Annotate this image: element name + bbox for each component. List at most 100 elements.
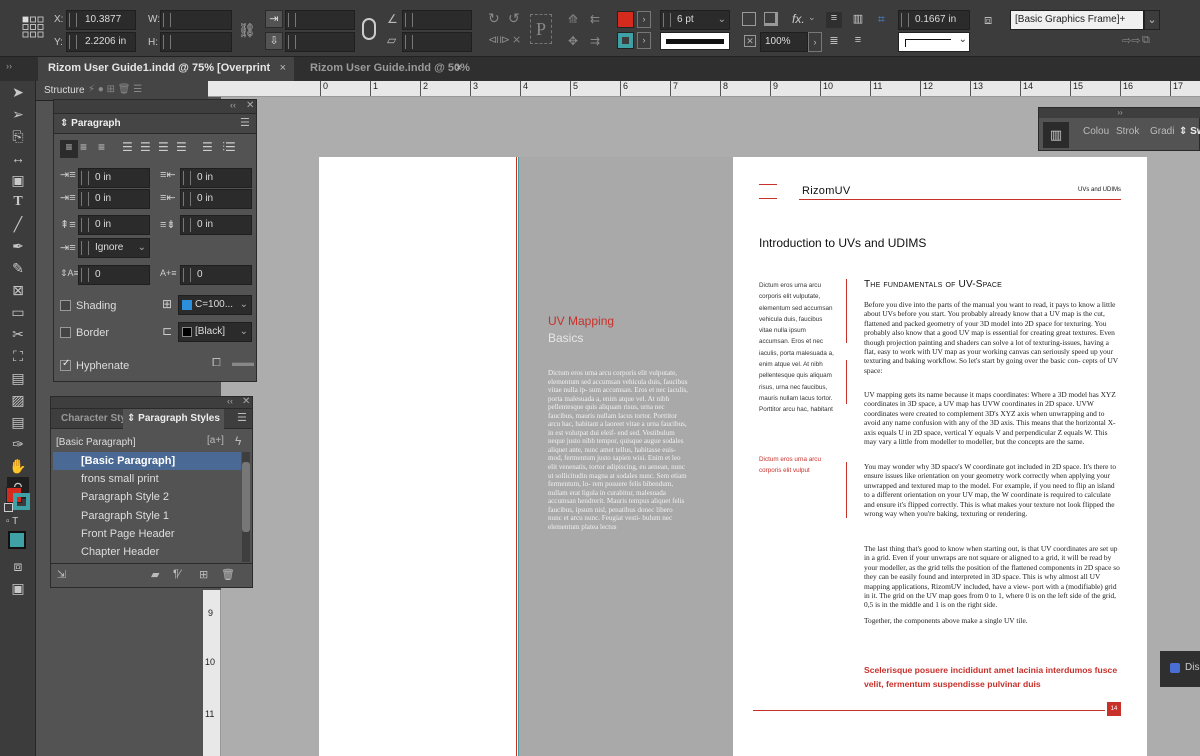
shear-icon[interactable]: ▱	[387, 33, 396, 47]
gradient-feather-tool-icon[interactable]: ▨	[7, 389, 29, 411]
library-icon[interactable]: ▥	[1043, 122, 1069, 148]
right-indent-field[interactable]: 0 in	[180, 168, 252, 188]
gap-tool-icon[interactable]: ⌗	[878, 12, 885, 27]
flip-vertical-icon[interactable]: ⨯	[512, 33, 521, 46]
tab-swatches[interactable]: ⇕ Sw	[1179, 126, 1200, 137]
default-colors-icon[interactable]	[4, 503, 13, 512]
close-tab-icon[interactable]: ×	[456, 57, 462, 79]
structure-tools-icon[interactable]: ⚡ ● ⊞ 🗑 ☰	[88, 84, 142, 95]
space-after-field[interactable]: 0 in	[180, 215, 252, 235]
right-page[interactable]: RizomUV UVs and UDIMs Introduction to UV…	[733, 157, 1147, 756]
object-style-dropdown-icon[interactable]: ⌄	[1144, 10, 1160, 30]
stroke-type-selector[interactable]	[660, 32, 730, 50]
new-group-icon[interactable]: ▰	[151, 568, 159, 581]
fill-menu-arrow-icon[interactable]: ›	[637, 11, 651, 28]
vertical-ruler[interactable]: 9 10 11	[203, 590, 221, 756]
reference-point-icon[interactable]	[22, 16, 44, 38]
side-dock-badge[interactable]: Dis	[1160, 651, 1200, 687]
stroke-menu-arrow-icon[interactable]: ›	[637, 32, 651, 49]
select-next-icon[interactable]: ⇉	[590, 34, 600, 48]
last-line-indent-field[interactable]: 0 in	[180, 189, 252, 209]
fx-button[interactable]: fx.	[792, 12, 805, 26]
pencil-tool-icon[interactable]: ✎	[7, 257, 29, 279]
left-indent-field[interactable]: 0 in	[78, 168, 150, 188]
shading-settings-icon[interactable]: ⊞	[162, 297, 172, 311]
direct-selection-tool-icon[interactable]: ➢	[7, 103, 29, 125]
flip-horizontal-icon[interactable]: ⧏⧐	[488, 33, 510, 46]
styles-scrollbar[interactable]	[242, 452, 250, 562]
align-away-spine-icon[interactable]: ⫶☰	[222, 140, 236, 155]
horizontal-ruler[interactable]: 0 1 2 3 4 5 6 7 8 9 10 11 12 13 14 15 16…	[300, 81, 1200, 97]
screen-mode-icon[interactable]: ⧈	[7, 555, 29, 577]
scissors-tool-icon[interactable]: ✂	[7, 323, 29, 345]
tab-color[interactable]: Colou	[1083, 126, 1109, 137]
rotate-icon[interactable]: ∠	[387, 12, 398, 26]
note-tool-icon[interactable]: ▤	[7, 411, 29, 433]
w-field[interactable]	[160, 10, 232, 30]
pen-tool-icon[interactable]: ✒	[7, 235, 29, 257]
select-previous-icon[interactable]: ⇇	[590, 12, 600, 26]
close-panel-icon[interactable]: ✕	[242, 396, 250, 407]
style-item-front-page-header[interactable]: Front Page Header	[53, 525, 241, 543]
clear-overrides-icon[interactable]: ¶⁄	[173, 568, 181, 580]
import-style-icon[interactable]: ⇲	[57, 568, 66, 581]
frame-fitting-icon[interactable]	[742, 12, 756, 26]
border-color-select[interactable]: [Black] ⌄	[178, 322, 252, 342]
rotate-field[interactable]	[402, 10, 472, 30]
rotate-90-cw-icon[interactable]: ↻	[488, 10, 500, 27]
border-settings-icon[interactable]: ⊏	[162, 324, 172, 338]
object-style-field[interactable]: [Basic Graphics Frame]+	[1010, 10, 1144, 30]
panel-collapse-icon[interactable]: ››	[6, 61, 12, 71]
collapse-panel-icon[interactable]: ‹‹	[227, 396, 233, 406]
justify-center-icon[interactable]: ☰	[140, 140, 151, 154]
justify-all-icon[interactable]: ☰	[176, 140, 187, 154]
align-towards-spine-icon[interactable]: ☰	[202, 140, 213, 154]
scale-x-icon[interactable]: ⇥	[265, 10, 283, 28]
quick-apply-icon[interactable]: ϟ	[235, 434, 241, 448]
style-item-basic-paragraph[interactable]: [Basic Paragraph]	[53, 452, 241, 470]
constrain-proportions-icon[interactable]: ⛓	[238, 22, 256, 39]
tab-paragraph[interactable]: ⇕ Paragraph	[60, 118, 121, 129]
style-item-paragraph-style-1[interactable]: Paragraph Style 1	[53, 507, 241, 525]
border-checkbox[interactable]	[60, 327, 71, 338]
hyphenate-checkbox[interactable]: ✓	[60, 358, 71, 371]
hand-tool-icon[interactable]: ✋	[7, 455, 29, 477]
tab-gradient[interactable]: Gradi	[1150, 126, 1174, 137]
corner-shape-selector[interactable]: ⌄	[898, 32, 970, 52]
justify-right-icon[interactable]: ☰	[158, 140, 169, 154]
split-columns-icon[interactable]: ▬▬	[232, 357, 254, 369]
y-field[interactable]: 2.2206 in	[66, 32, 136, 52]
drop-cap-chars-field[interactable]: 0	[180, 265, 252, 285]
rotate-90-ccw-icon[interactable]: ↺	[508, 10, 520, 27]
stroke-weight-field[interactable]: 6 pt ⌄	[660, 10, 730, 30]
tab-character-styles[interactable]: Character Styl	[61, 413, 129, 424]
close-panel-icon[interactable]: ✕	[246, 100, 254, 111]
opacity-field[interactable]: 100%	[760, 32, 808, 52]
line-tool-icon[interactable]: ╱	[7, 213, 29, 235]
scale-x-field[interactable]	[285, 10, 355, 30]
apply-color-icon[interactable]	[8, 531, 26, 549]
tab-paragraph-styles[interactable]: ⇕ Paragraph Styles	[123, 409, 224, 429]
formatting-container-icon[interactable]: ▫ T	[6, 516, 18, 527]
scale-y-field[interactable]	[285, 32, 355, 52]
eyedropper-tool-icon[interactable]: ✑	[7, 433, 29, 455]
style-item-paragraph-style-2[interactable]: Paragraph Style 2	[53, 488, 241, 506]
clear-overrides-icon[interactable]: ⇨⇨	[1122, 34, 1140, 47]
distribute-icon[interactable]: ≡	[850, 34, 866, 50]
align-center-icon[interactable]: ≡	[80, 140, 87, 154]
fill-swatch[interactable]	[617, 11, 634, 28]
align-left-icon[interactable]: ≡	[826, 12, 842, 28]
style-item-frons-small-print[interactable]: frons small print	[53, 470, 241, 488]
justify-left-icon[interactable]: ☰	[122, 140, 133, 154]
align-left-icon[interactable]: ≡	[60, 140, 78, 158]
first-line-indent-field[interactable]: 0 in	[78, 189, 150, 209]
link-icon[interactable]	[362, 18, 376, 40]
pasteboard[interactable]: UV Mapping Basics Dictum eros urna arcu …	[221, 97, 1200, 756]
opacity-arrow-icon[interactable]: ›	[808, 32, 822, 52]
rectangle-tool-icon[interactable]: ▭	[7, 301, 29, 323]
align-to-grid-select[interactable]: Ignore ⌄	[78, 238, 150, 258]
panel-menu-icon[interactable]: ☰	[240, 116, 250, 129]
space-before-field[interactable]: 0 in	[78, 215, 150, 235]
select-container-icon[interactable]: ⟰	[568, 12, 578, 26]
selection-tool-icon[interactable]: ➤	[7, 81, 29, 103]
